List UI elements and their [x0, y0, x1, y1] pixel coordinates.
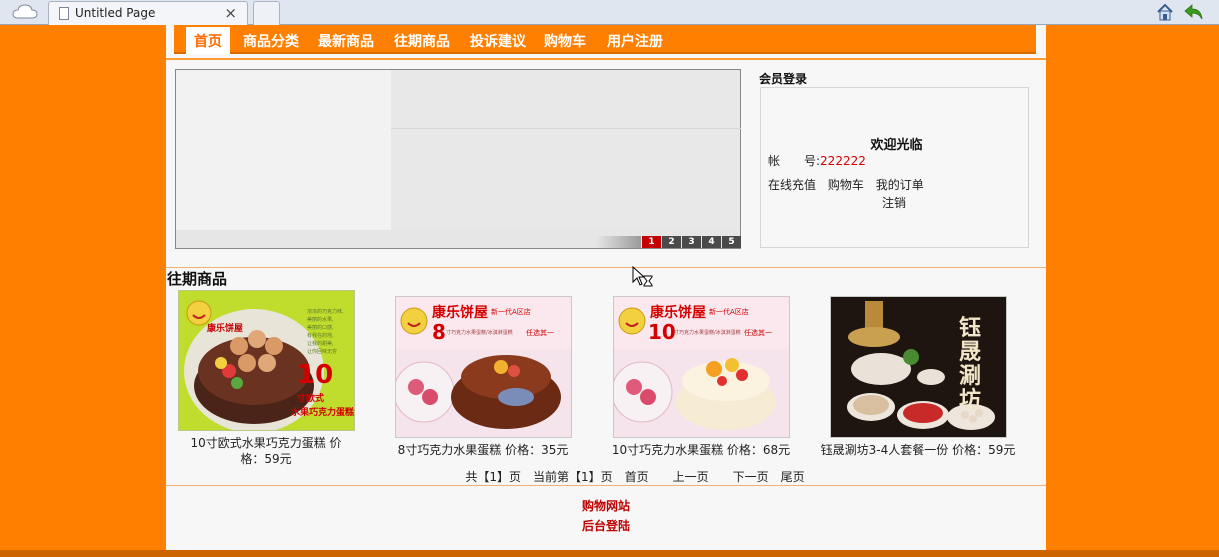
pager-button[interactable]: 1 — [642, 236, 661, 248]
svg-text:寸巧克力水果蛋糕/冰淇淋蛋糕: 寸巧克力水果蛋糕/冰淇淋蛋糕 — [446, 329, 513, 336]
login-title: 会员登录 — [759, 72, 808, 86]
busy-cursor-icon — [632, 266, 653, 287]
nav-item-register[interactable]: 用户注册 — [607, 31, 663, 51]
svg-text:让我的甜美,: 让我的甜美, — [307, 340, 334, 347]
orders-link[interactable]: 我的订单 — [876, 178, 924, 192]
welcome-text: 欢迎光临 — [870, 138, 923, 153]
member-links: 在线充值 购物车 我的订单 — [768, 176, 932, 193]
svg-text:8: 8 — [432, 320, 446, 344]
svg-text:康乐饼屋: 康乐饼屋 — [650, 304, 706, 321]
page-content: 首页 商品分类 最新商品 往期商品 投诉建议 购物车 用户注册 1 2 3 4 … — [166, 25, 1046, 552]
logout-link[interactable]: 注销 — [882, 194, 906, 211]
page-icon — [59, 7, 69, 20]
product-caption[interactable]: 8寸巧克力水果蛋糕 价格：35元 — [383, 442, 583, 458]
banner-slideshow[interactable]: 1 2 3 4 5 — [175, 69, 741, 249]
footer: 购物网站 后台登陆 — [166, 496, 1046, 536]
svg-text:坊: 坊 — [959, 387, 981, 413]
product-card[interactable]: 钰 晟 涮 坊 钰晟涮坊3-4人套餐一份 价格：59元 — [818, 296, 1018, 458]
nav-item-cart[interactable]: 购物车 — [544, 31, 586, 51]
product-card[interactable]: 康乐饼屋 10 寸欧式 水果巧克力蛋糕 浓浓的巧克力味, 美丽的水果, 美丽的口… — [166, 290, 366, 467]
nav-item-past[interactable]: 往期商品 — [394, 31, 450, 51]
pager-button[interactable]: 2 — [662, 236, 681, 248]
svg-text:水果巧克力蛋糕: 水果巧克力蛋糕 — [291, 406, 354, 418]
pagination[interactable]: 共【1】页 当前第【1】页 首页 上一页 下一页 尾页 — [166, 468, 1046, 485]
svg-text:晟: 晟 — [959, 339, 981, 365]
svg-text:让你回味无穷: 让你回味无穷 — [307, 348, 337, 355]
tab-title: Untitled Page — [75, 6, 156, 20]
account-label: 帐 号: — [768, 154, 821, 168]
bottom-strip — [0, 550, 1219, 557]
pager-button[interactable]: 5 — [722, 236, 741, 248]
svg-text:任选其一: 任选其一 — [526, 328, 554, 337]
banner-image — [176, 70, 391, 230]
svg-text:涮: 涮 — [959, 363, 981, 389]
svg-text:任选其一: 任选其一 — [744, 328, 772, 337]
login-panel: 欢迎光临 帐 号:222222 在线充值 购物车 我的订单 注销 — [760, 87, 1029, 248]
svg-text:10: 10 — [297, 360, 333, 390]
section-title: 往期商品 — [167, 270, 228, 288]
browser-tab[interactable]: Untitled Page × — [48, 1, 248, 25]
svg-text:美丽的口感,: 美丽的口感, — [307, 324, 334, 331]
nav-item-categories[interactable]: 商品分类 — [243, 31, 299, 51]
browser-chrome: Untitled Page × — [0, 0, 1219, 25]
svg-text:钰: 钰 — [959, 315, 981, 341]
scrollbar[interactable] — [1213, 25, 1219, 552]
nav-divider — [166, 58, 1046, 60]
account-value: 222222 — [820, 154, 866, 168]
product-image[interactable]: 钰 晟 涮 坊 — [829, 296, 1007, 438]
pager-button[interactable]: 4 — [702, 236, 721, 248]
recharge-link[interactable]: 在线充值 — [768, 178, 816, 192]
product-image[interactable]: 康乐饼屋 10 寸欧式 水果巧克力蛋糕 浓浓的巧克力味, 美丽的水果, 美丽的口… — [177, 290, 355, 431]
svg-text:康乐饼屋: 康乐饼屋 — [432, 304, 488, 321]
close-icon[interactable]: × — [224, 4, 237, 22]
svg-text:新一代A区店: 新一代A区店 — [491, 307, 531, 316]
product-image[interactable]: 康乐饼屋 新一代A区店 8 寸巧克力水果蛋糕/冰淇淋蛋糕 任选其一 — [394, 296, 572, 438]
svg-text:浓浓的巧克力味,: 浓浓的巧克力味, — [307, 308, 344, 315]
banner-band — [391, 128, 741, 129]
footer-divider — [166, 485, 1046, 486]
svg-text:寸欧式: 寸欧式 — [297, 392, 324, 404]
product-caption[interactable]: 钰晟涮坊3-4人套餐一份 价格：59元 — [803, 442, 1033, 458]
new-tab-button[interactable] — [253, 1, 280, 25]
svg-text:美丽的水果,: 美丽的水果, — [307, 316, 334, 323]
product-caption[interactable]: 10寸巧克力水果蛋糕 价格：68元 — [601, 442, 801, 458]
product-card[interactable]: 康乐饼屋 新一代A区店 10 寸巧克力水果蛋糕/冰淇淋蛋糕 任选其一 10寸巧克… — [601, 296, 801, 458]
banner-pager: 1 2 3 4 5 — [641, 236, 741, 248]
shop-site-link[interactable]: 购物网站 — [166, 496, 1046, 516]
product-card[interactable]: 康乐饼屋 新一代A区店 8 寸巧克力水果蛋糕/冰淇淋蛋糕 任选其一 8寸巧克力水… — [383, 296, 583, 458]
home-icon[interactable] — [1156, 3, 1174, 21]
svg-text:寸巧克力水果蛋糕/冰淇淋蛋糕: 寸巧克力水果蛋糕/冰淇淋蛋糕 — [674, 329, 741, 336]
pager-button[interactable]: 3 — [682, 236, 701, 248]
banner-fade — [596, 236, 641, 248]
cloud-icon[interactable] — [12, 4, 38, 20]
nav-item-complaints[interactable]: 投诉建议 — [470, 31, 526, 51]
section-divider — [166, 267, 1046, 268]
product-caption[interactable]: 10寸欧式水果巧克力蛋糕 价格：59元 — [166, 435, 366, 467]
svg-text:新一代A区店: 新一代A区店 — [709, 307, 749, 316]
nav-item-new[interactable]: 最新商品 — [318, 31, 374, 51]
main-nav: 首页 商品分类 最新商品 往期商品 投诉建议 购物车 用户注册 — [174, 25, 1036, 54]
account-row: 帐 号:222222 — [768, 152, 866, 169]
back-arrow-icon[interactable] — [1184, 3, 1204, 21]
admin-login-link[interactable]: 后台登陆 — [166, 516, 1046, 536]
product-image[interactable]: 康乐饼屋 新一代A区店 10 寸巧克力水果蛋糕/冰淇淋蛋糕 任选其一 — [612, 296, 790, 438]
svg-text:康乐饼屋: 康乐饼屋 — [207, 322, 243, 334]
nav-item-home[interactable]: 首页 — [186, 27, 230, 54]
svg-text:有我在的地,: 有我在的地, — [307, 332, 334, 339]
cart-link[interactable]: 购物车 — [828, 178, 864, 192]
svg-text:10: 10 — [648, 320, 676, 344]
